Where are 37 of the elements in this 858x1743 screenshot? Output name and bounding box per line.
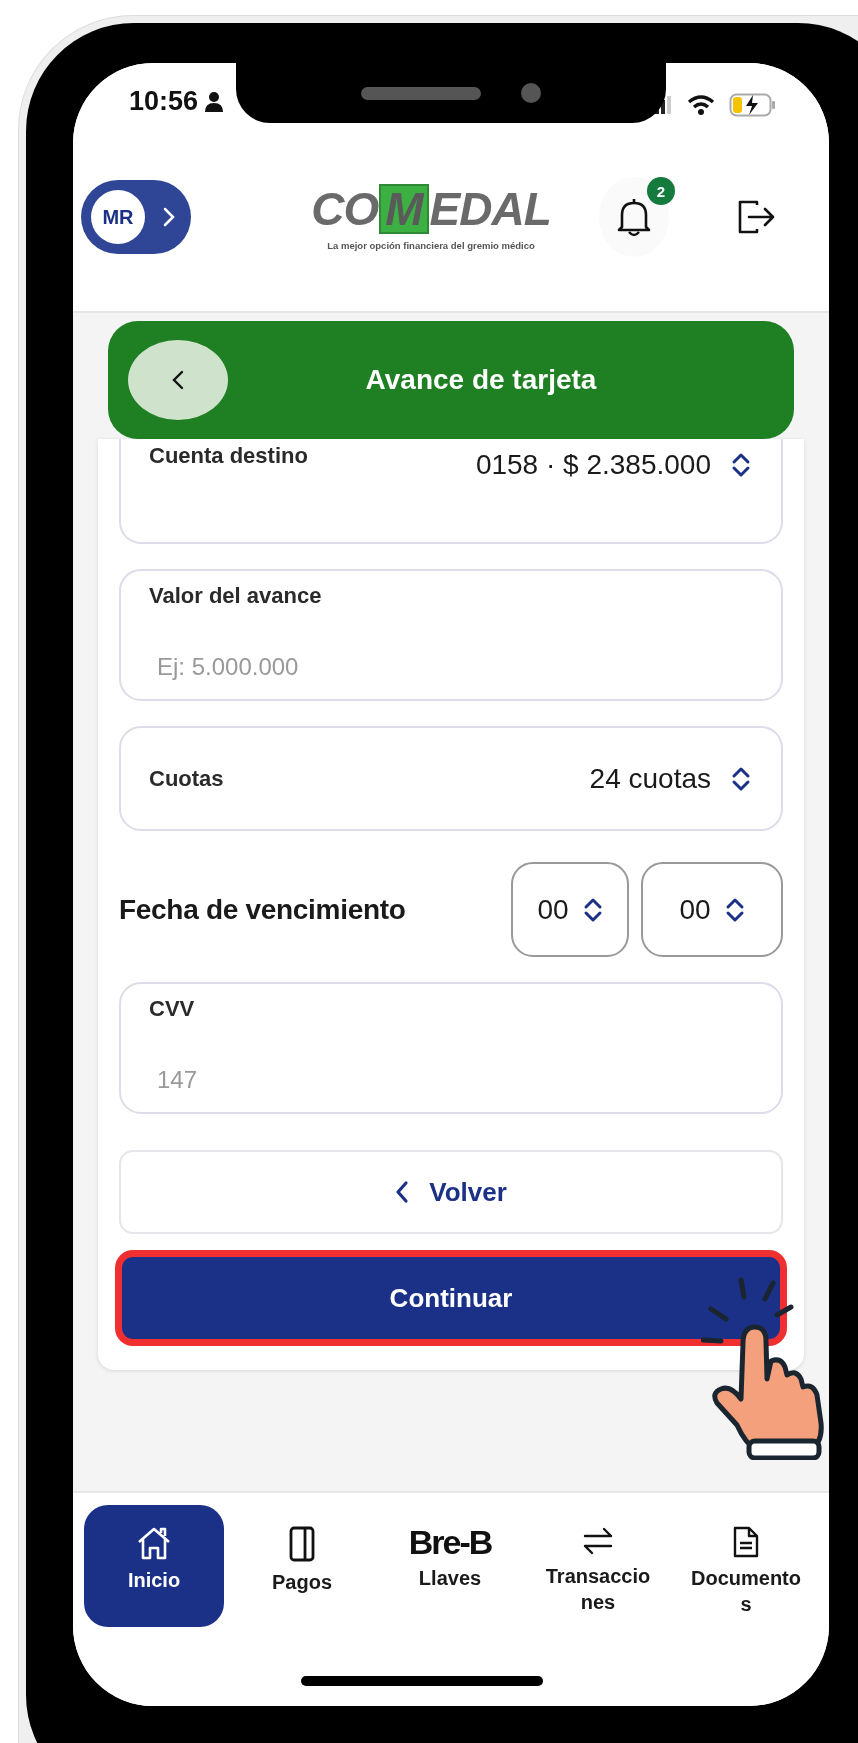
nav-tab[interactable]: Documentos	[676, 1505, 816, 1627]
chevron-left-icon	[172, 370, 184, 390]
brand-logo: COMEDAL	[311, 183, 551, 234]
brand-logo: Bre-B	[408, 1525, 492, 1559]
date-select[interactable]: 00	[641, 862, 783, 957]
logout-icon[interactable]	[737, 199, 777, 235]
battery-charging-icon	[729, 93, 777, 117]
bell-icon[interactable]	[616, 197, 652, 237]
select-field[interactable]: Cuotas 24 cuotas	[119, 726, 783, 831]
status-time: 10:56	[129, 86, 199, 117]
profile-button[interactable]: MR	[81, 180, 191, 254]
camera-dot	[521, 83, 541, 103]
back-button[interactable]: Volver	[119, 1150, 783, 1234]
avatar-initials: MR	[91, 190, 145, 244]
wifi-icon	[687, 95, 715, 115]
nav-tab[interactable]: Pagos	[232, 1505, 372, 1627]
swap-arrows-icon	[582, 1525, 614, 1557]
card-icon	[288, 1525, 316, 1563]
nav-tab[interactable]: Transacciones	[528, 1505, 668, 1627]
chevron-right-icon	[163, 207, 175, 227]
date-select[interactable]: 00	[511, 862, 629, 957]
field-label: Valor del avance	[149, 583, 323, 609]
document-icon	[732, 1525, 760, 1559]
chevron-left-icon	[395, 1180, 410, 1204]
chevron-updown-icon	[731, 451, 751, 479]
nav-label: Llaves	[417, 1566, 483, 1591]
nav-tab[interactable]: Inicio	[84, 1505, 224, 1627]
brand-tagline: La mejor opción financiera del gremio médico	[327, 239, 535, 251]
notification-badge: 2	[647, 177, 675, 205]
nav-tab[interactable]: Bre-B Llaves	[380, 1505, 520, 1627]
page-title: Avance de tarjeta	[364, 364, 598, 396]
field-label: CVV	[149, 996, 196, 1022]
select-field[interactable]: Cuenta destino 0158 · $ 2.385.000	[119, 439, 783, 544]
input-field[interactable]: 147	[149, 1066, 759, 1094]
field-label: Fecha de vencimiento	[119, 893, 407, 926]
person-icon	[204, 90, 225, 113]
input-field[interactable]: Ej: 5.000.000	[149, 653, 759, 681]
